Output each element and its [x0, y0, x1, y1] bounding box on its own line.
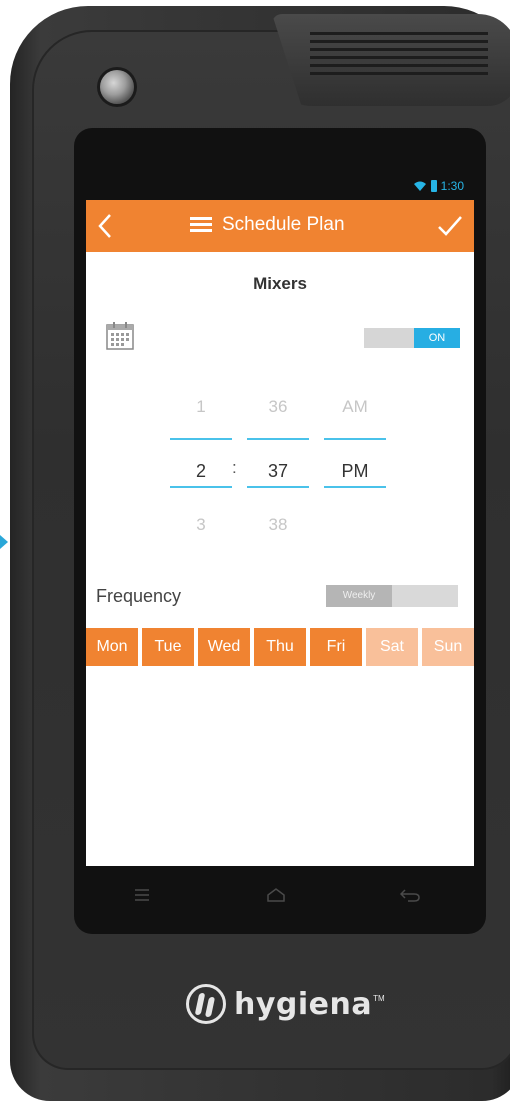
picker-line — [324, 486, 386, 488]
day-button-sun[interactable]: Sun — [422, 628, 474, 666]
day-button-wed[interactable]: Wed — [198, 628, 250, 666]
meridiem-selected[interactable]: PM — [324, 456, 386, 486]
speaker-grill — [272, 14, 510, 106]
hour-selected[interactable]: 2 — [170, 456, 232, 486]
picker-line — [170, 438, 232, 440]
list-menu-icon — [190, 217, 212, 233]
brand-logo: hygiena TM — [186, 984, 385, 1024]
meridiem-picker[interactable]: AM PM — [324, 392, 386, 540]
minute-picker[interactable]: 36 37 38 — [247, 392, 309, 540]
soft-keys — [86, 870, 474, 930]
hour-prev[interactable]: 1 — [170, 392, 232, 422]
back-chevron-icon[interactable] — [92, 210, 118, 242]
picker-line — [170, 486, 232, 488]
day-selector: Mon Tue Wed Thu Fri Sat Sun — [86, 628, 474, 666]
brand-trademark: TM — [373, 994, 385, 1003]
meridiem-prev[interactable]: AM — [324, 392, 386, 422]
speaker-slot — [310, 40, 488, 43]
speaker-slot — [310, 72, 488, 75]
day-button-fri[interactable]: Fri — [310, 628, 362, 666]
day-button-sat[interactable]: Sat — [366, 628, 418, 666]
speaker-slot — [310, 48, 488, 51]
app-screen: 1:30 Schedule Plan Mixers ON 1 2 3: 36 … — [86, 172, 474, 866]
status-bar: 1:30 — [86, 172, 474, 200]
minute-selected[interactable]: 37 — [247, 456, 309, 486]
speaker-slot — [310, 56, 488, 59]
frequency-value: Weekly — [326, 585, 392, 607]
minute-next[interactable]: 38 — [247, 510, 309, 540]
minute-prev[interactable]: 36 — [247, 392, 309, 422]
frequency-label: Frequency — [96, 586, 182, 606]
hour-next[interactable]: 3 — [170, 510, 232, 540]
picker-line — [247, 486, 309, 488]
menu-key-icon[interactable] — [134, 888, 150, 902]
speaker-slot — [310, 32, 488, 35]
time-separator: : — [232, 458, 237, 477]
speaker-slot — [310, 64, 488, 67]
camera-icon — [100, 70, 134, 104]
meridiem-next[interactable] — [324, 510, 386, 540]
frequency-select[interactable]: Weekly — [326, 585, 458, 607]
calendar-icon[interactable] — [104, 320, 136, 352]
day-button-thu[interactable]: Thu — [254, 628, 306, 666]
app-bar: Schedule Plan — [86, 200, 474, 252]
back-key-icon[interactable] — [400, 888, 420, 902]
wifi-icon — [413, 181, 426, 191]
picker-line — [324, 438, 386, 440]
status-time: 1:30 — [440, 179, 464, 193]
brand-name: hygiena — [234, 986, 373, 1022]
schedule-name: Mixers — [253, 274, 307, 293]
page-title: Schedule Plan — [222, 214, 345, 235]
day-button-tue[interactable]: Tue — [142, 628, 194, 666]
schedule-toggle[interactable]: ON — [364, 328, 460, 348]
battery-icon — [430, 180, 437, 192]
picker-line — [247, 438, 309, 440]
hygiena-logo-icon — [186, 984, 226, 1024]
checkmark-icon[interactable] — [436, 212, 464, 240]
edge-arrow-icon — [0, 535, 8, 549]
hour-picker[interactable]: 1 2 3 — [170, 392, 232, 540]
home-key-icon[interactable] — [266, 888, 286, 902]
toggle-on-label: ON — [414, 328, 460, 348]
day-button-mon[interactable]: Mon — [86, 628, 138, 666]
